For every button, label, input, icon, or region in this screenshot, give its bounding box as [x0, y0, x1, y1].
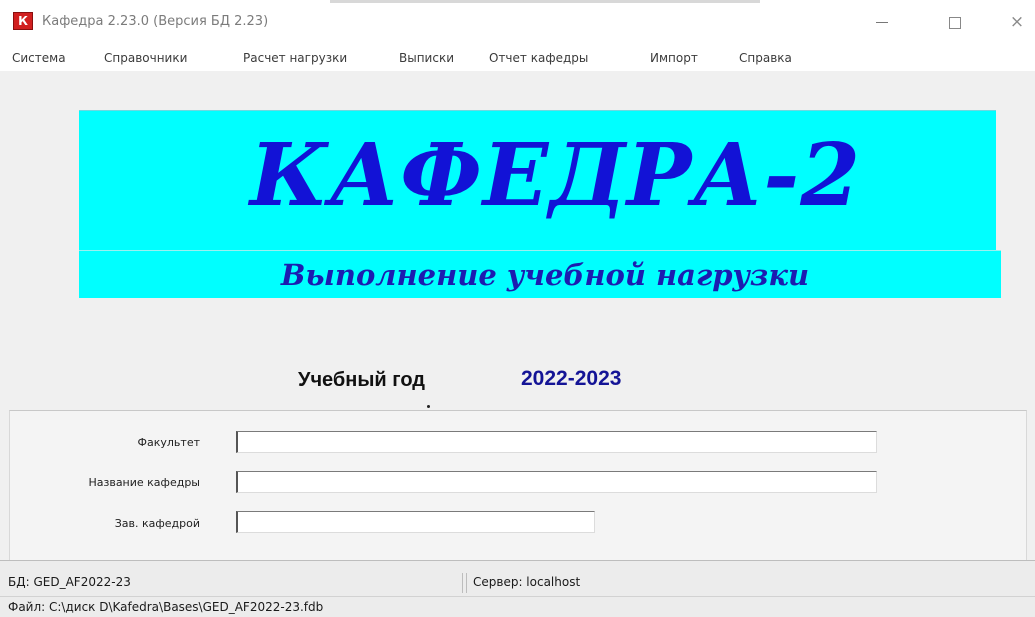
academic-year-value: 2022-2023: [521, 367, 622, 390]
kafedra-app-icon[interactable]: К: [13, 12, 33, 30]
menu-item-load-calculation[interactable]: Расчет нагрузки: [243, 51, 347, 65]
menu-item-department-report[interactable]: Отчет кафедры: [489, 51, 588, 65]
faculty-field[interactable]: [236, 431, 877, 453]
status-server-panel: Сервер: localhost: [466, 573, 767, 593]
department-form: Факультет Название кафедры Зав. кафедрой: [9, 410, 1027, 561]
department-head-field[interactable]: [236, 511, 595, 533]
menu-item-directories[interactable]: Справочники: [104, 51, 187, 65]
banner-subtitle-strip: Выполнение учебной нагрузки: [79, 250, 1001, 298]
menu-item-system[interactable]: Система: [12, 51, 66, 65]
close-icon: ×: [1009, 12, 1025, 32]
academic-year-label: Учебный год: [298, 369, 425, 391]
faculty-label: Факультет: [137, 436, 200, 449]
status-divider: [0, 596, 1035, 597]
window-title: Кафедра 2.23.0 (Версия БД 2.23): [42, 14, 269, 29]
status-db: БД: GED_AF2022-23: [8, 575, 131, 589]
maximize-button[interactable]: [935, 9, 975, 35]
title-bar[interactable]: К Кафедра 2.23.0 (Версия БД 2.23) ×: [0, 3, 1035, 41]
banner-title: КАФЕДРА-2: [249, 125, 862, 226]
menu-item-extracts[interactable]: Выписки: [399, 51, 454, 65]
maximize-icon: [949, 17, 961, 29]
status-file-path: Файл: C:\диск D\Kafedra\Bases\GED_AF2022…: [8, 600, 324, 614]
banner-main: КАФЕДРА-2: [79, 110, 996, 251]
close-button[interactable]: ×: [997, 9, 1035, 35]
minimize-button[interactable]: [862, 9, 902, 35]
status-db-panel: БД: GED_AF2022-23: [0, 573, 463, 593]
status-server: Сервер: localhost: [473, 575, 581, 589]
status-bar: БД: GED_AF2022-23 Сервер: localhost Файл…: [0, 560, 1035, 617]
minimize-icon: [876, 22, 888, 23]
banner-subtitle: Выполнение учебной нагрузки: [280, 258, 810, 292]
department-head-label: Зав. кафедрой: [114, 517, 200, 530]
department-name-label: Название кафедры: [88, 476, 200, 489]
separator-dot: [427, 405, 430, 408]
menu-item-help[interactable]: Справка: [739, 51, 792, 65]
menu-item-import[interactable]: Импорт: [650, 51, 698, 65]
menu-bar: Система Справочники Расчет нагрузки Выпи…: [0, 41, 1035, 71]
department-name-field[interactable]: [236, 471, 877, 493]
